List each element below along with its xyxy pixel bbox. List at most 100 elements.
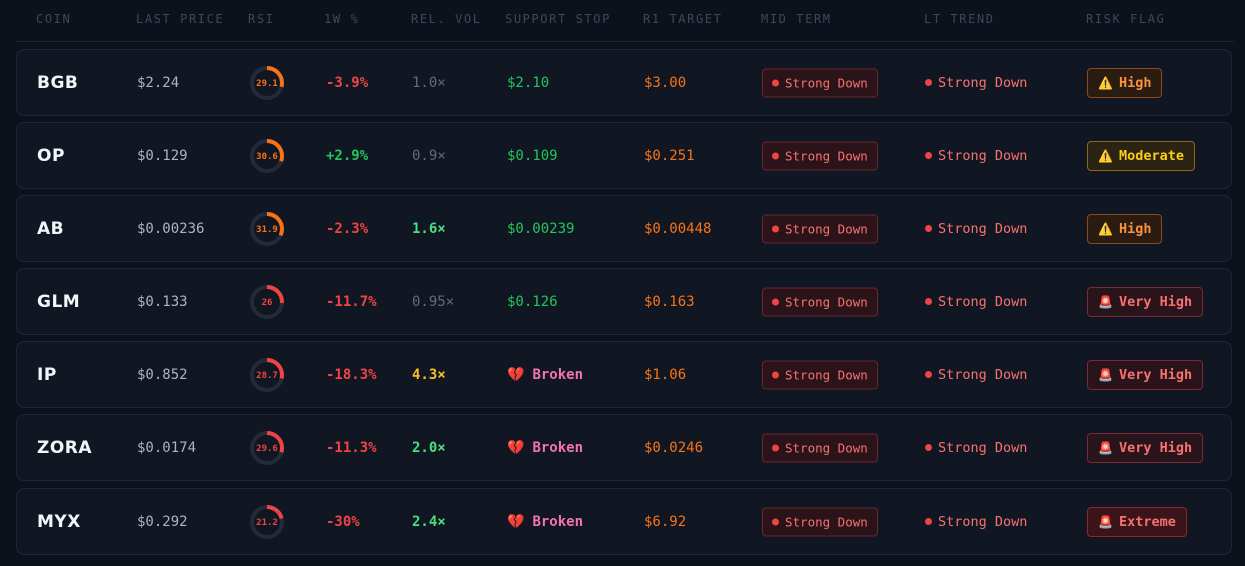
lt-trend: Strong Down	[925, 294, 1027, 310]
risk-flag-label: Very High	[1118, 439, 1193, 456]
status-dot-icon	[925, 224, 932, 232]
rsi-ring: 28.7	[250, 357, 284, 392]
week-change: -2.3%	[326, 220, 369, 237]
lt-trend: Strong Down	[925, 221, 1027, 237]
support-stop: $0.109	[507, 147, 558, 164]
coin-symbol[interactable]: ZORA	[37, 438, 92, 458]
mid-term-badge: Strong Down	[762, 507, 878, 536]
status-dot-icon	[772, 79, 779, 86]
risk-flag-label: High	[1118, 74, 1152, 91]
relative-volume: 0.9×	[412, 147, 446, 164]
header-lt-trend[interactable]: LT TREND	[924, 12, 995, 26]
lt-trend-label: Strong Down	[938, 366, 1028, 383]
risk-flag-badge: 🚨 Extreme	[1087, 506, 1187, 537]
support-stop: 💔 Broken	[507, 514, 583, 530]
header-r1-target[interactable]: R1 TARGET	[643, 12, 722, 26]
rsi-value: 30.6	[256, 152, 278, 162]
lt-trend: Strong Down	[925, 440, 1027, 456]
header-mid-term[interactable]: MID TERM	[761, 12, 832, 26]
r1-target: $3.00	[644, 74, 687, 91]
risk-flag-label: Extreme	[1118, 513, 1176, 530]
coin-symbol[interactable]: MYX	[37, 512, 81, 532]
rsi-value: 21.2	[256, 518, 278, 528]
mid-term-badge: Strong Down	[762, 287, 878, 316]
week-change: -18.3%	[326, 366, 377, 383]
table-row[interactable]: GLM $0.133 26 -11.7% 0.95× $0.126 $0.163 Strong…	[16, 268, 1232, 335]
rsi-gauge: 30.6	[249, 138, 285, 174]
risk-flag-label: Very High	[1118, 366, 1193, 383]
broken-heart-icon: 💔	[507, 366, 525, 383]
support-stop: $2.10	[507, 74, 550, 91]
rsi-value: 26	[262, 298, 273, 308]
r1-target: $0.0246	[644, 439, 704, 456]
header-week-pct[interactable]: 1W %	[324, 12, 359, 26]
mid-term-badge: Strong Down	[762, 68, 878, 97]
table-row[interactable]: OP $0.129 30.6 +2.9% 0.9× $0.109 $0.251 Strong …	[16, 122, 1232, 189]
siren-icon: 🚨	[1098, 514, 1113, 529]
last-price: $0.129	[137, 147, 188, 164]
table-row[interactable]: AB $0.00236 31.9 -2.3% 1.6× $0.00239 $0.00448 S…	[16, 195, 1232, 262]
last-price: $0.00236	[137, 220, 205, 237]
table-row[interactable]: ZORA $0.0174 29.6 -11.3% 2.0× 💔 Broken $0.0246 S…	[16, 414, 1232, 481]
status-dot-icon	[772, 371, 779, 378]
status-dot-icon	[772, 152, 779, 159]
header-rel-vol[interactable]: REL. VOL	[411, 12, 482, 26]
status-dot-icon	[925, 517, 932, 525]
support-stop: $0.126	[507, 293, 558, 310]
lt-trend-label: Strong Down	[938, 74, 1028, 91]
support-stop-label: Broken	[532, 366, 584, 383]
header-last-price[interactable]: LAST PRICE	[136, 12, 224, 26]
rsi-gauge: 28.7	[249, 357, 285, 393]
table-header: COIN LAST PRICE RSI 1W % REL. VOL SUPPOR…	[16, 0, 1234, 42]
week-change: -3.9%	[326, 74, 369, 91]
status-dot-icon	[772, 225, 779, 232]
header-rsi[interactable]: RSI	[248, 12, 274, 26]
rsi-ring: 26	[250, 284, 284, 319]
relative-volume: 2.0×	[412, 439, 446, 456]
lt-trend: Strong Down	[925, 367, 1027, 383]
rsi-gauge: 31.9	[249, 211, 285, 247]
header-support-stop[interactable]: SUPPORT STOP	[505, 12, 611, 26]
coin-symbol[interactable]: IP	[37, 365, 57, 385]
header-coin[interactable]: COIN	[36, 12, 71, 26]
rsi-ring: 30.6	[250, 138, 284, 173]
week-change: +2.9%	[326, 147, 369, 164]
risk-flag-badge: 🚨 Very High	[1087, 432, 1204, 463]
coin-symbol[interactable]: OP	[37, 146, 65, 166]
last-price: $2.24	[137, 74, 180, 91]
mid-term-label: Strong Down	[785, 440, 868, 455]
week-change: -11.3%	[326, 439, 377, 456]
coin-symbol[interactable]: GLM	[37, 292, 80, 312]
lt-trend-label: Strong Down	[938, 220, 1028, 237]
last-price: $0.0174	[137, 439, 197, 456]
risk-flag-badge: ⚠️ High	[1087, 213, 1163, 244]
mid-term-label: Strong Down	[785, 514, 868, 529]
table-row[interactable]: BGB $2.24 29.1 -3.9% 1.0× $2.10 $3.00 Strong Do…	[16, 49, 1232, 116]
status-dot-icon	[925, 370, 932, 378]
relative-volume: 1.6×	[412, 220, 446, 237]
mid-term-label: Strong Down	[785, 148, 868, 163]
mid-term-label: Strong Down	[785, 294, 868, 309]
rsi-value: 29.6	[256, 444, 278, 454]
coin-symbol[interactable]: AB	[37, 219, 64, 239]
table-row[interactable]: IP $0.852 28.7 -18.3% 4.3× 💔 Broken $1.06 Strong…	[16, 341, 1232, 408]
rsi-ring: 29.1	[250, 65, 284, 100]
siren-icon: 🚨	[1098, 294, 1113, 309]
table-row[interactable]: MYX $0.292 21.2 -30% 2.4× 💔 Broken $6.92 Strong …	[16, 488, 1232, 555]
lt-trend: Strong Down	[925, 75, 1027, 91]
coin-symbol[interactable]: BGB	[37, 73, 78, 93]
broken-heart-icon: 💔	[507, 513, 525, 530]
support-stop: $0.00239	[507, 220, 575, 237]
siren-icon: 🚨	[1098, 367, 1113, 382]
lt-trend: Strong Down	[925, 148, 1027, 164]
header-risk-flag[interactable]: RISK FLAG	[1086, 12, 1165, 26]
risk-flag-badge: 🚨 Very High	[1087, 286, 1204, 317]
rsi-value: 31.9	[256, 225, 278, 235]
relative-volume: 4.3×	[412, 366, 446, 383]
status-dot-icon	[772, 298, 779, 305]
relative-volume: 0.95×	[412, 293, 455, 310]
rsi-gauge: 29.6	[249, 430, 285, 466]
relative-volume: 2.4×	[412, 513, 446, 530]
mid-term-badge: Strong Down	[762, 214, 878, 243]
support-stop: 💔 Broken	[507, 367, 583, 383]
